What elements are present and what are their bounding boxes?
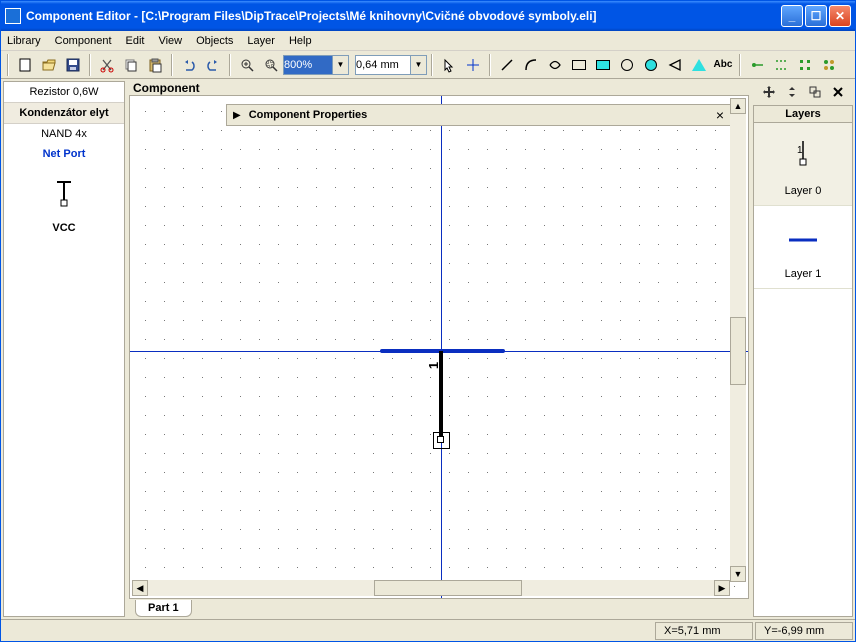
window-title: Component Editor - [C:\Program Files\Dip… <box>26 9 781 23</box>
updown-icon[interactable] <box>783 83 801 101</box>
menu-layer[interactable]: Layer <box>247 35 275 47</box>
merge-icon[interactable] <box>806 83 824 101</box>
tab-part1[interactable]: Part 1 <box>135 600 192 617</box>
layers-panel: Layers 1 Layer 0 Layer 1 <box>753 105 853 617</box>
arc2-tool[interactable] <box>544 54 566 76</box>
svg-text:1: 1 <box>797 145 803 156</box>
zoom-window-button[interactable] <box>260 54 282 76</box>
list-item[interactable]: Kondenzátor elyt <box>4 102 124 124</box>
layer-0-preview: 1 <box>758 135 848 179</box>
paste-button[interactable] <box>144 54 166 76</box>
symbol-preview <box>49 176 79 212</box>
close-button[interactable]: ✕ <box>829 5 851 27</box>
scroll-down[interactable]: ▼ <box>730 566 746 582</box>
zoom-combo-arrow[interactable]: ▼ <box>333 55 349 75</box>
pin-number: 1 <box>426 362 441 369</box>
titlebar: Component Editor - [C:\Program Files\Dip… <box>1 1 855 31</box>
app-icon <box>5 8 21 24</box>
list-item[interactable]: Rezistor 0,6W <box>4 82 124 102</box>
pin-tool[interactable] <box>746 54 768 76</box>
canvas[interactable]: 1 ▶ Component Properties × ▲ ▼ ◀ ▶ <box>129 95 749 599</box>
menu-view[interactable]: View <box>158 35 182 47</box>
settings-tool[interactable] <box>818 54 840 76</box>
scroll-right[interactable]: ▶ <box>714 580 730 596</box>
crosshair-tool[interactable] <box>462 54 484 76</box>
maximize-button[interactable]: ☐ <box>805 5 827 27</box>
layers-header: Layers <box>754 106 852 123</box>
undo-button[interactable] <box>178 54 200 76</box>
workarea: Rezistor 0,6W Kondenzátor elyt NAND 4x N… <box>1 79 855 619</box>
scrollbar-h[interactable]: ◀ ▶ <box>132 580 730 596</box>
poly-tool[interactable] <box>664 54 686 76</box>
cut-button[interactable] <box>96 54 118 76</box>
rect-tool[interactable] <box>568 54 590 76</box>
scroll-left[interactable]: ◀ <box>132 580 148 596</box>
array-tool[interactable] <box>794 54 816 76</box>
zoom-combo[interactable] <box>283 55 333 75</box>
menu-help[interactable]: Help <box>289 35 312 47</box>
grid-dots-tool[interactable] <box>770 54 792 76</box>
status-x: X=5,71 mm <box>655 622 753 640</box>
new-button[interactable] <box>14 54 36 76</box>
component-props-bar[interactable]: ▶ Component Properties × <box>226 104 731 126</box>
statusbar: X=5,71 mm Y=-6,99 mm <box>1 619 855 641</box>
menu-library[interactable]: Library <box>7 35 41 47</box>
delete-layer-icon[interactable] <box>829 83 847 101</box>
scroll-up[interactable]: ▲ <box>730 98 746 114</box>
part-tabs: Part 1 <box>129 599 749 617</box>
poly-fill-tool[interactable] <box>688 54 710 76</box>
redo-button[interactable] <box>202 54 224 76</box>
menu-edit[interactable]: Edit <box>126 35 145 47</box>
rect-fill-tool[interactable] <box>592 54 614 76</box>
save-button[interactable] <box>62 54 84 76</box>
layer-0-label: Layer 0 <box>758 185 848 197</box>
pin-endpoint[interactable] <box>433 432 450 449</box>
menubar: Library Component Edit View Objects Laye… <box>1 31 855 51</box>
move-icon[interactable] <box>760 83 778 101</box>
props-bar-title: Component Properties <box>249 109 368 121</box>
circle-fill-tool[interactable] <box>640 54 662 76</box>
symbol-name: VCC <box>52 222 75 234</box>
layer-1[interactable]: Layer 1 <box>754 206 852 289</box>
menu-component[interactable]: Component <box>55 35 112 47</box>
menu-objects[interactable]: Objects <box>196 35 233 47</box>
layer-1-preview <box>758 218 848 262</box>
component-list: Rezistor 0,6W Kondenzátor elyt NAND 4x N… <box>3 81 125 617</box>
pointer-tool[interactable] <box>438 54 460 76</box>
grid-dots <box>130 96 748 598</box>
line-tool[interactable] <box>496 54 518 76</box>
canvas-area: Component 1 ▶ Component Properties × ▲ ▼ <box>129 81 749 617</box>
arc-tool[interactable] <box>520 54 542 76</box>
right-panel: Layers 1 Layer 0 Layer 1 <box>753 81 853 617</box>
net-port-link[interactable]: Net Port <box>4 144 124 164</box>
layer-1-label: Layer 1 <box>758 268 848 280</box>
circle-tool[interactable] <box>616 54 638 76</box>
abc-icon: Abc <box>714 59 733 70</box>
expand-icon[interactable]: ▶ <box>233 110 241 121</box>
grid-combo-arrow[interactable]: ▼ <box>411 55 427 75</box>
layer-0[interactable]: 1 Layer 0 <box>754 123 852 206</box>
list-item[interactable]: NAND 4x <box>4 124 124 144</box>
main-toolbar: ▼ ▼ Abc <box>1 51 855 79</box>
minimize-button[interactable]: _ <box>781 5 803 27</box>
status-y: Y=-6,99 mm <box>755 622 853 640</box>
open-button[interactable] <box>38 54 60 76</box>
canvas-header: Component <box>129 81 749 95</box>
scroll-thumb-v[interactable] <box>730 317 746 385</box>
grid-combo[interactable] <box>355 55 411 75</box>
text-tool[interactable]: Abc <box>712 54 734 76</box>
zoom-in-button[interactable] <box>236 54 258 76</box>
copy-button[interactable] <box>120 54 142 76</box>
scrollbar-v[interactable]: ▲ ▼ <box>730 98 746 582</box>
scroll-thumb-h[interactable] <box>374 580 521 596</box>
crosshair-v <box>441 96 442 598</box>
close-icon[interactable]: × <box>716 107 724 123</box>
layer-toolbar <box>753 81 853 103</box>
app-window: Component Editor - [C:\Program Files\Dip… <box>0 0 856 642</box>
